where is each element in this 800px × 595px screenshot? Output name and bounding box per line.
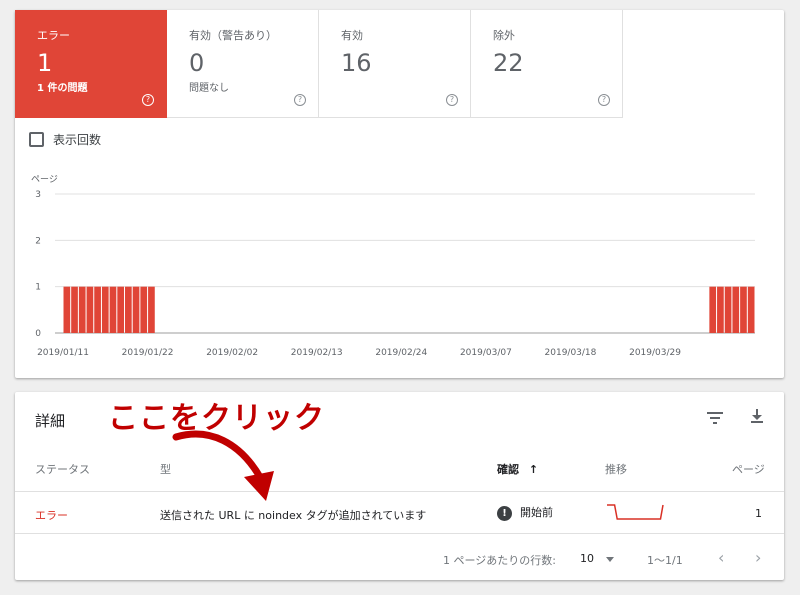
chart-bar[interactable] [117, 286, 125, 333]
chart-bar[interactable] [148, 286, 155, 333]
column-pages[interactable]: ページ [732, 461, 765, 477]
tile-value: 0 [189, 49, 205, 77]
chart-bar[interactable] [125, 286, 132, 333]
help-icon[interactable]: ? [598, 94, 610, 106]
help-icon[interactable]: ? [446, 94, 458, 106]
tile-valid-with-warnings[interactable]: 有効（警告あり） 0 問題なし ? [167, 10, 319, 118]
impressions-label: 表示回数 [53, 133, 102, 147]
x-tick-label: 2019/03/29 [629, 348, 681, 358]
help-icon[interactable]: ? [142, 94, 154, 106]
y-axis-label: ページ [31, 175, 58, 185]
chart-bar[interactable] [140, 286, 148, 333]
chart-bar[interactable] [94, 286, 101, 333]
dropdown-caret-icon [606, 556, 614, 562]
annotation-arrow-icon [172, 430, 274, 501]
chart-bar[interactable] [63, 286, 71, 333]
tile-value: 22 [493, 49, 524, 77]
row-pages: 1 [755, 507, 762, 520]
coverage-summary-card: エラー 1 1 件の問題 ? 有効（警告あり） 0 問題なし ? 有効 16 ?… [15, 10, 784, 378]
chart-bar[interactable] [740, 286, 747, 333]
row-validation-label: 開始前 [520, 506, 553, 519]
column-status[interactable]: ステータス [35, 461, 90, 477]
sparkline-line [607, 504, 664, 520]
x-tick-label: 2019/02/02 [206, 348, 258, 358]
row-validation: ! 開始前 [497, 504, 553, 521]
column-trend[interactable]: 推移 [605, 461, 627, 477]
rows-per-page-label: 1 ページあたりの行数: [443, 554, 556, 567]
chart-bar[interactable] [717, 286, 724, 333]
x-tick-label: 2019/03/07 [460, 348, 512, 358]
chart-bar[interactable] [732, 286, 740, 333]
tile-error[interactable]: エラー 1 1 件の問題 ? [15, 10, 167, 118]
chart-bar[interactable] [78, 286, 86, 333]
rows-per-page-value: 10 [580, 552, 594, 565]
chart-bar[interactable] [101, 286, 109, 333]
exclamation-icon: ! [497, 505, 512, 521]
x-tick-label: 2019/02/13 [291, 348, 343, 358]
tile-excluded[interactable]: 除外 22 ? [471, 10, 623, 118]
row-type: 送信された URL に noindex タグが追加されています [160, 509, 427, 522]
chart-bar[interactable] [71, 286, 78, 333]
y-tick-label: 3 [35, 190, 41, 200]
x-tick-label: 2019/01/11 [37, 348, 89, 358]
sort-arrow-icon: ↑ [528, 463, 539, 476]
tile-value: 1 [37, 49, 53, 77]
tile-label: 有効（警告あり） [189, 29, 277, 42]
coverage-chart: ページ 0 1 2 3 2019/01/11 2019/01/22 2019/02/02 201… [31, 175, 755, 358]
impressions-toggle[interactable]: 表示回数 [29, 131, 101, 148]
column-validation[interactable]: 確認 ↑ [497, 461, 538, 477]
chart-bar[interactable] [132, 286, 140, 333]
y-tick-label: 2 [35, 236, 41, 246]
table-row[interactable]: エラー 送信された URL に noindex タグが追加されています ! 開始前… [15, 492, 784, 534]
table-pagination: 1 ページあたりの行数: 10 1〜1/1 ‹ › [15, 534, 784, 580]
next-page-button[interactable]: › [755, 548, 761, 567]
x-tick-label: 2019/01/22 [122, 348, 174, 358]
chart-bar[interactable] [724, 286, 732, 333]
impressions-checkbox[interactable] [29, 132, 44, 147]
help-icon[interactable]: ? [294, 94, 306, 106]
tile-valid[interactable]: 有効 16 ? [319, 10, 471, 118]
column-validation-label: 確認 [497, 463, 519, 476]
tile-label: 除外 [493, 29, 515, 42]
tile-sub: 1 件の問題 [37, 83, 88, 94]
prev-page-button[interactable]: ‹ [718, 548, 724, 567]
trend-sparkline [607, 504, 664, 520]
y-tick-label: 0 [35, 329, 41, 339]
tile-label: 有効 [341, 29, 363, 42]
status-tiles: エラー 1 1 件の問題 ? 有効（警告あり） 0 問題なし ? 有効 16 ?… [15, 10, 623, 118]
y-tick-label: 1 [35, 283, 41, 293]
rows-per-page-select[interactable]: 10 [580, 552, 614, 565]
x-tick-label: 2019/02/24 [375, 348, 427, 358]
pagination-range: 1〜1/1 [647, 554, 683, 567]
tile-label: エラー [37, 29, 70, 42]
table-header: ステータス 型 確認 ↑ 推移 ページ [15, 452, 784, 492]
x-tick-label: 2019/03/18 [545, 348, 597, 358]
row-status: エラー [35, 509, 68, 522]
filter-icon[interactable] [705, 408, 725, 428]
tile-value: 16 [341, 49, 372, 77]
chart-bar[interactable] [109, 286, 117, 333]
download-icon[interactable] [747, 406, 767, 426]
tile-sub: 問題なし [189, 83, 229, 94]
chart-bar[interactable] [86, 286, 94, 333]
chart-bar[interactable] [747, 286, 755, 333]
details-title: 詳細 [35, 412, 66, 430]
chart-bar[interactable] [709, 286, 717, 333]
